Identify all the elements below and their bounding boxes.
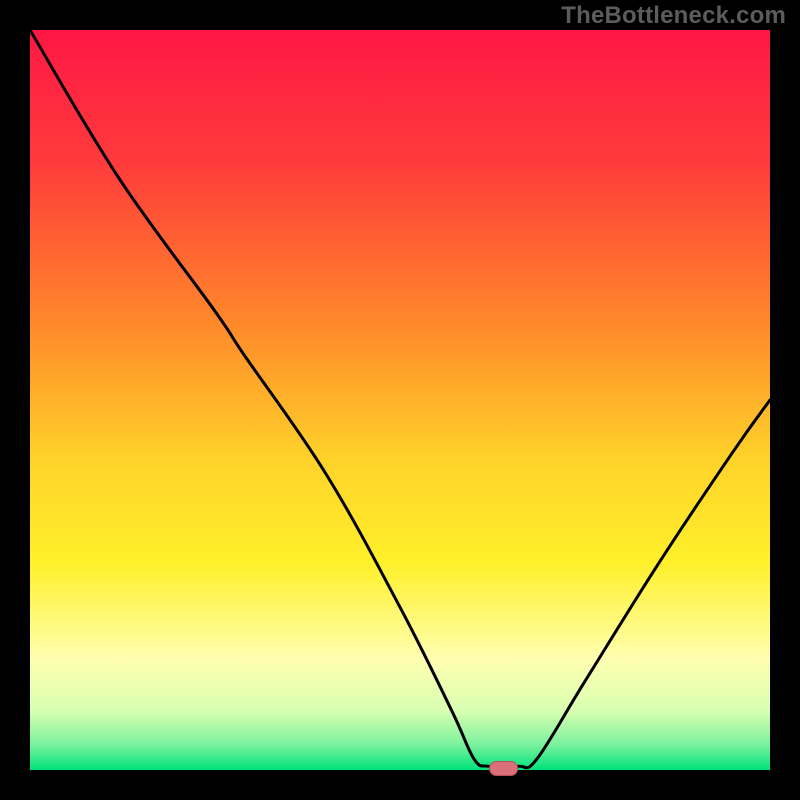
minimum-marker: [490, 761, 518, 775]
chart-frame: { "watermark": "TheBottleneck.com", "cha…: [0, 0, 800, 800]
chart-svg: [0, 0, 800, 800]
watermark-text: TheBottleneck.com: [561, 2, 786, 30]
plot-background: [30, 30, 770, 770]
